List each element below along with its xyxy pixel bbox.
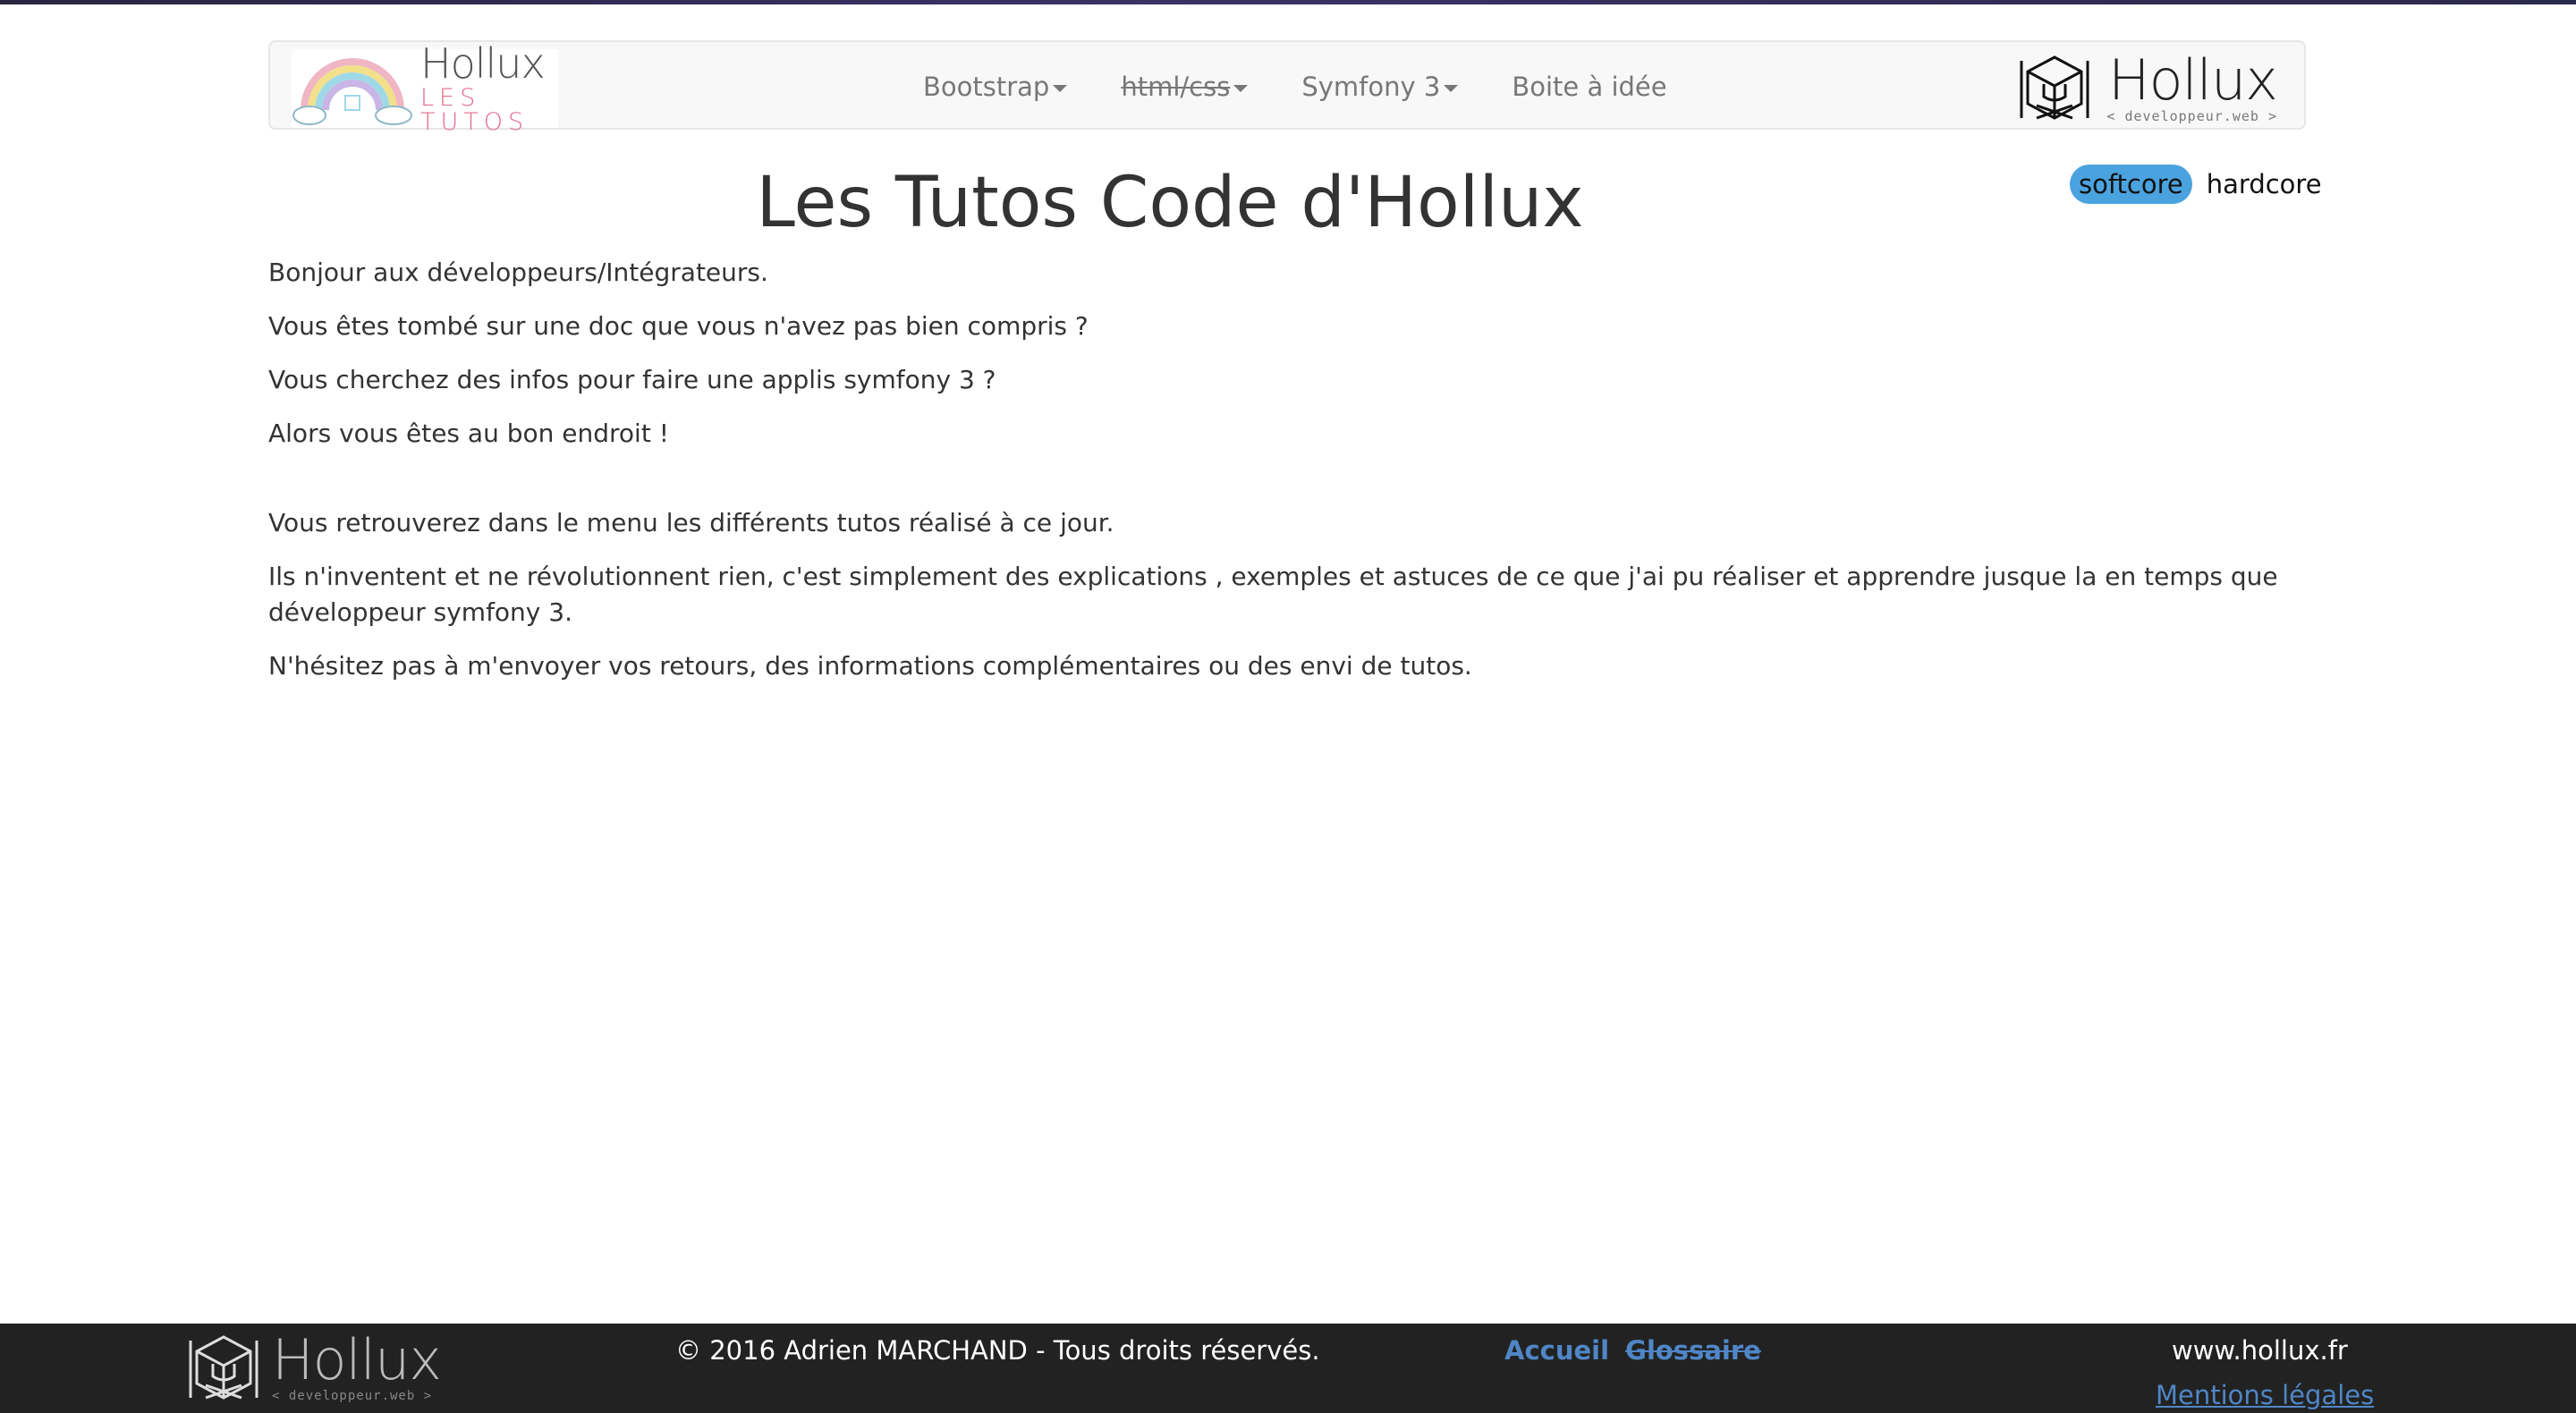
top-accent-bar: [0, 0, 2576, 4]
intro-paragraph: Ils n'inventent et ne révolutionnent rie…: [268, 562, 2278, 627]
caret-down-icon: [1053, 85, 1068, 92]
footer-link-legal[interactable]: Mentions légales: [2156, 1377, 2374, 1413]
page-title: Les Tutos Code d'Hollux: [756, 163, 1584, 243]
hollux-logo-name: Hollux: [2108, 47, 2278, 113]
caret-down-icon: [1233, 85, 1249, 92]
brand-name: Hollux: [420, 39, 546, 88]
footer-link-glossary[interactable]: Glossaire: [1625, 1335, 1761, 1366]
nav-dropdown-html-css[interactable]: html/css: [1094, 42, 1275, 131]
nav-label: Bootstrap: [923, 72, 1050, 102]
hollux-logo-link[interactable]: Hollux < developpeur.web >: [2019, 47, 2278, 124]
brand-subtitle: LES TUTOS: [420, 84, 530, 136]
intro-paragraph: N'hésitez pas à m'envoyer vos retours, d…: [268, 651, 1472, 681]
intro-paragraph: Bonjour aux développeurs/Intégrateurs.: [268, 258, 768, 287]
site-url: www.hollux.fr: [2172, 1335, 2348, 1366]
nav-label: html/css: [1121, 72, 1231, 102]
nav-link-idea-box[interactable]: Boite à idée: [1485, 42, 1693, 131]
hollux-logo-subtitle: < developpeur.web >: [2106, 107, 2277, 124]
main-content: Bonjour aux développeurs/Intégrateurs. V…: [268, 255, 2306, 702]
nav-dropdown-bootstrap[interactable]: Bootstrap: [896, 42, 1094, 131]
nav-dropdown-symfony[interactable]: Symfony 3: [1275, 42, 1485, 131]
copyright-text: © 2016 Adrien MARCHAND - Tous droits rés…: [675, 1335, 1320, 1366]
footer-logo-subtitle: < developpeur.web >: [272, 1389, 433, 1403]
intro-paragraph: Vous cherchez des infos pour faire une a…: [268, 365, 996, 394]
intro-paragraph: Alors vous êtes au bon endroit !: [268, 419, 669, 448]
caret-down-icon: [1444, 85, 1459, 92]
rainbow-icon: [292, 58, 412, 125]
navbar: Hollux LES TUTOS Bootstrap html/css Symf…: [268, 40, 2306, 134]
footer-link-home[interactable]: Accueil: [1504, 1335, 1609, 1366]
footer-links: Accueil Glossaire: [1504, 1324, 1761, 1377]
footer: Hollux < developpeur.web > © 2016 Adrien…: [0, 1324, 2576, 1413]
footer-logo-name: Hollux: [272, 1327, 442, 1392]
intro-paragraph: Vous retrouverez dans le menu les différ…: [268, 508, 1114, 537]
hollux-logo-icon: [189, 1335, 258, 1400]
hollux-logo-icon: [2020, 55, 2089, 120]
intro-paragraph: Vous êtes tombé sur une doc que vous n'a…: [268, 311, 1089, 341]
brand-logo-link[interactable]: Hollux LES TUTOS: [292, 43, 558, 134]
footer-logo: Hollux < developpeur.web >: [188, 1327, 442, 1408]
nav-label: Symfony 3: [1301, 72, 1441, 102]
nav-label: Boite à idée: [1512, 72, 1667, 102]
nav-menu: Bootstrap html/css Symfony 3 Boite à idé…: [896, 42, 1694, 131]
